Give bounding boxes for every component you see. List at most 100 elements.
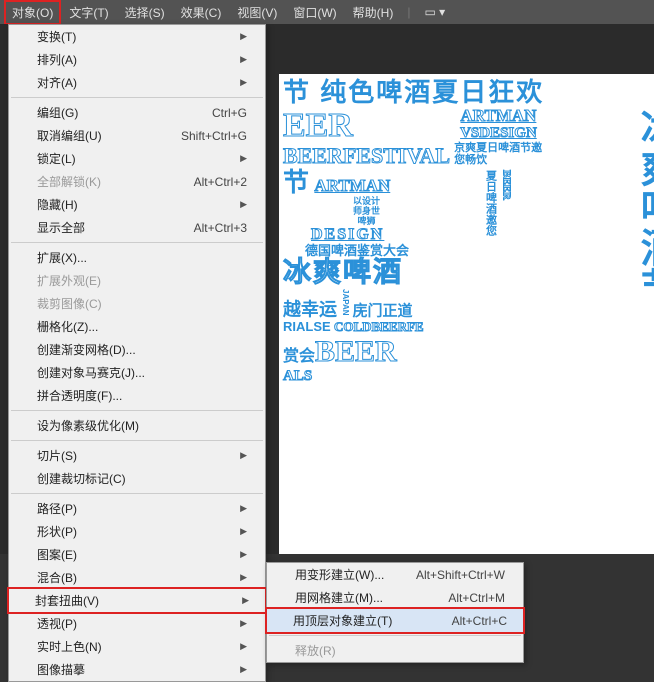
submenu-arrow-icon: ▶ [240,54,247,65]
menu-item-label: 设为像素级优化(M) [37,417,139,434]
menu-item-label: 图案(E) [37,546,77,563]
envelope-submenu-item-4: 释放(R) [267,639,523,662]
envelope-submenu-item-1[interactable]: 用网格建立(M)... Alt+Ctrl+M [267,586,523,609]
menu-item-label: 裁剪图像(C) [37,295,102,312]
menu-item-label: 全部解锁(K) [37,173,101,190]
menu-separator [11,242,263,243]
menu-item-label: 创建渐变网格(D)... [37,341,136,358]
menu-item-shortcut: Alt+Ctrl+M [448,591,505,605]
menu-item-label: 用网格建立(M)... [295,589,383,606]
submenu-arrow-icon: ▶ [240,664,247,675]
menubar-item-select[interactable]: 选择(S) [117,0,173,25]
menu-separator [269,635,521,636]
menubar-workspace-icon[interactable]: ▭ ▾ [416,1,453,23]
submenu-arrow-icon: ▶ [240,549,247,560]
envelope-submenu-item-0[interactable]: 用变形建立(W)...Alt+Shift+Ctrl+W [267,563,523,586]
object-menu-item-21[interactable]: 切片(S) ▶ [9,444,265,467]
submenu-arrow-icon: ▶ [240,31,247,42]
menu-item-label: 扩展(X)... [37,249,87,266]
object-menu-item-24[interactable]: 路径(P) ▶ [9,497,265,520]
menu-item-shortcut: Alt+Ctrl+3 [194,221,247,235]
menu-item-label: 形状(P) [37,523,77,540]
object-menu-item-6[interactable]: 锁定(L)▶ [9,147,265,170]
menubar-item-type[interactable]: 文字(T) [61,0,116,25]
menu-item-label: 透视(P) [37,615,77,632]
menubar-item-object[interactable]: 对象(O) [4,0,61,25]
menu-item-label: 封套扭曲(V) [35,592,99,609]
submenu-arrow-icon: ▶ [240,199,247,210]
menu-item-label: 编组(G) [37,104,78,121]
object-menu-item-17[interactable]: 拼合透明度(F)... [9,384,265,407]
submenu-arrow-icon: ▶ [240,572,247,583]
object-menu-item-25[interactable]: 形状(P) ▶ [9,520,265,543]
menu-separator [11,493,263,494]
submenu-arrow-icon: ▶ [240,153,247,164]
envelope-submenu-item-2[interactable]: 用顶层对象建立(T) Alt+Ctrl+C [265,607,525,634]
submenu-arrow-icon: ▶ [240,77,247,88]
object-menu-item-27[interactable]: 混合(B) ▶ [9,566,265,589]
menu-item-label: 显示全部 [37,219,85,236]
menubar-separator: | [407,5,410,19]
menubar-item-window[interactable]: 窗口(W) [285,0,344,25]
object-menu-item-1[interactable]: 排列(A) ▶ [9,48,265,71]
menu-item-shortcut: Shift+Ctrl+G [181,129,247,143]
object-menu-item-9[interactable]: 显示全部 Alt+Ctrl+3 [9,216,265,239]
artboard: 节 纯色啤酒夏日狂欢 EER BEERFESTIVAL 节 ARTMAN 以设计… [279,74,654,554]
object-menu-item-31[interactable]: 图像描摹 ▶ [9,658,265,681]
menu-separator [11,410,263,411]
object-menu-item-12: 扩展外观(E) [9,269,265,292]
menubar-item-help[interactable]: 帮助(H) [345,0,402,25]
object-menu-item-8[interactable]: 隐藏(H) ▶ [9,193,265,216]
menu-item-label: 创建对象马赛克(J)... [37,364,145,381]
menu-item-label: 释放(R) [295,642,336,659]
menu-item-label: 扩展外观(E) [37,272,101,289]
menu-item-shortcut: Alt+Ctrl+2 [194,175,247,189]
object-menu: 变换(T) ▶ 排列(A) ▶ 对齐(A) ▶ 编组(G) Ctrl+G 取消编组(U) Shif… [8,24,266,682]
menu-item-label: 变换(T) [37,28,76,45]
menu-separator [11,440,263,441]
object-menu-item-14[interactable]: 栅格化(Z)... [9,315,265,338]
submenu-arrow-icon: ▶ [242,595,249,606]
object-menu-item-26[interactable]: 图案(E) ▶ [9,543,265,566]
submenu-arrow-icon: ▶ [240,526,247,537]
object-menu-item-2[interactable]: 对齐(A) ▶ [9,71,265,94]
menubar-item-effect[interactable]: 效果(C) [173,0,230,25]
envelope-distort-submenu: 用变形建立(W)...Alt+Shift+Ctrl+W 用网格建立(M)... Al… [266,562,524,663]
object-menu-item-0[interactable]: 变换(T) ▶ [9,25,265,48]
submenu-arrow-icon: ▶ [240,641,247,652]
menu-item-label: 隐藏(H) [37,196,78,213]
object-menu-item-29[interactable]: 透视(P) ▶ [9,612,265,635]
menubar-item-view[interactable]: 视图(V) [229,0,285,25]
menu-item-label: 混合(B) [37,569,77,586]
menu-item-label: 切片(S) [37,447,77,464]
menu-item-label: 栅格化(Z)... [37,318,98,335]
menu-item-label: 排列(A) [37,51,77,68]
menubar: 对象(O) 文字(T) 选择(S) 效果(C) 视图(V) 窗口(W) 帮助(H… [0,0,654,24]
menu-item-label: 创建裁切标记(C) [37,470,126,487]
submenu-arrow-icon: ▶ [240,450,247,461]
object-menu-item-30[interactable]: 实时上色(N) ▶ [9,635,265,658]
menu-item-label: 路径(P) [37,500,77,517]
menu-item-shortcut: Ctrl+G [212,106,247,120]
object-menu-item-5[interactable]: 取消编组(U) Shift+Ctrl+G [9,124,265,147]
menu-item-label: 实时上色(N) [37,638,102,655]
menu-item-label: 图像描摹 [37,661,85,678]
object-menu-item-11[interactable]: 扩展(X)... [9,246,265,269]
menu-item-label: 取消编组(U) [37,127,102,144]
object-menu-item-15[interactable]: 创建渐变网格(D)... [9,338,265,361]
object-menu-item-7: 全部解锁(K) Alt+Ctrl+2 [9,170,265,193]
menu-separator [11,97,263,98]
art-text: 节 纯色啤酒夏日狂欢 [283,78,650,107]
menu-item-label: 对齐(A) [37,74,77,91]
object-menu-item-22[interactable]: 创建裁切标记(C) [9,467,265,490]
menu-item-label: 用顶层对象建立(T) [293,612,392,629]
menu-item-shortcut: Alt+Ctrl+C [452,614,507,628]
object-menu-item-4[interactable]: 编组(G) Ctrl+G [9,101,265,124]
object-menu-item-28[interactable]: 封套扭曲(V) ▶ [7,587,267,614]
object-menu-item-19[interactable]: 设为像素级优化(M) [9,414,265,437]
object-menu-item-16[interactable]: 创建对象马赛克(J)... [9,361,265,384]
menu-item-label: 拼合透明度(F)... [37,387,122,404]
submenu-arrow-icon: ▶ [240,503,247,514]
submenu-arrow-icon: ▶ [240,618,247,629]
object-menu-item-13: 裁剪图像(C) [9,292,265,315]
